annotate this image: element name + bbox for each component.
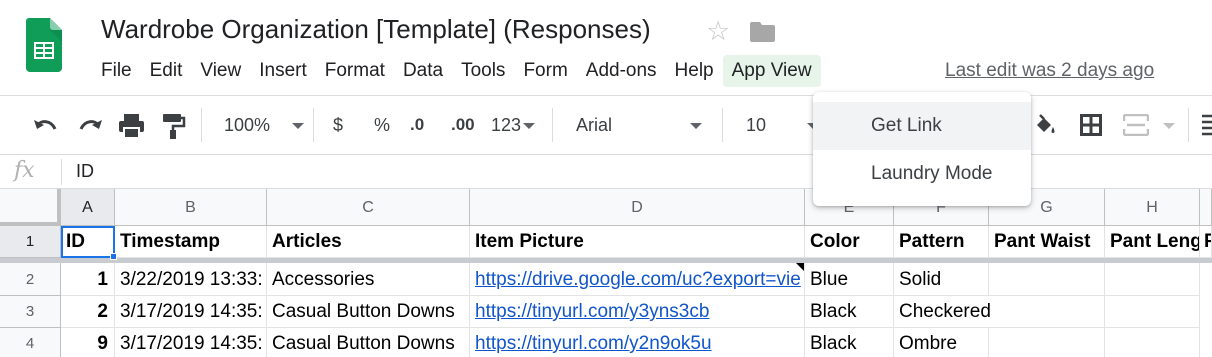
row-header-2[interactable]: 2: [0, 263, 61, 296]
cell-h2[interactable]: [1105, 263, 1200, 296]
align-icon[interactable]: [1200, 114, 1212, 136]
get-link-menu-item[interactable]: Get Link: [813, 102, 1031, 150]
column-header-c[interactable]: C: [267, 189, 470, 226]
formula-input[interactable]: ID: [76, 161, 94, 182]
chevron-down-icon: [690, 123, 703, 130]
cell-f1[interactable]: Pattern: [894, 226, 989, 258]
font-family-select[interactable]: Arial: [576, 110, 703, 140]
menu-tools[interactable]: Tools: [452, 55, 514, 87]
row-header-1[interactable]: 1: [0, 226, 61, 258]
active-cell-selection: [61, 226, 115, 258]
toolbar-separator: [1188, 108, 1189, 142]
cell-e2[interactable]: Blue: [805, 263, 894, 296]
laundry-mode-menu-item[interactable]: Laundry Mode: [813, 150, 1031, 198]
cell-b3[interactable]: 3/17/2019 14:35:: [115, 296, 267, 328]
star-icon[interactable]: ☆: [706, 16, 730, 46]
fx-icon: fx: [14, 158, 35, 183]
menu-help[interactable]: Help: [666, 55, 723, 87]
cell-g3[interactable]: [1010, 296, 1105, 328]
chevron-down-icon: [523, 123, 536, 130]
cell-h1[interactable]: Pant Leng: [1105, 226, 1200, 258]
cell-a2[interactable]: 1: [61, 263, 115, 296]
menu-file[interactable]: File: [92, 55, 141, 87]
last-edit-link[interactable]: Last edit was 2 days ago: [945, 60, 1154, 82]
menu-app-view[interactable]: App View: [722, 55, 821, 87]
chevron-down-icon: [292, 123, 305, 130]
menu-data[interactable]: Data: [394, 55, 452, 87]
font-size-value: 10: [746, 115, 767, 135]
menu-insert[interactable]: Insert: [250, 55, 316, 87]
merge-cells-icon[interactable]: [1123, 114, 1149, 136]
column-header-h[interactable]: H: [1105, 189, 1200, 226]
row-header-4[interactable]: 4: [0, 328, 61, 357]
cell-h4[interactable]: [1105, 328, 1200, 357]
zoom-select[interactable]: 100%: [224, 110, 305, 140]
column-header-b[interactable]: B: [115, 189, 267, 226]
paint-format-icon[interactable]: [162, 113, 186, 139]
font-size-select[interactable]: 10: [746, 110, 820, 140]
spreadsheet-grid: A B C D E F G H 1 2 3 4 ID Timestamp Art…: [0, 189, 1212, 357]
cell-e1[interactable]: Color: [805, 226, 894, 258]
toolbar-separator: [313, 108, 314, 142]
cell-d3[interactable]: https://tinyurl.com/y3yns3cb: [470, 296, 805, 328]
cell-h3[interactable]: [1105, 296, 1200, 328]
cell-e4[interactable]: Black: [805, 328, 894, 357]
cell-b2[interactable]: 3/22/2019 13:33:: [115, 263, 267, 296]
cell-c1[interactable]: Articles: [267, 226, 470, 258]
percent-format-button[interactable]: %: [374, 110, 390, 140]
merge-chevron-down-icon[interactable]: [1163, 123, 1175, 129]
zoom-value: 100%: [224, 115, 271, 135]
cell-d2[interactable]: https://drive.google.com/uc?export=vie: [470, 263, 805, 296]
cell-a4[interactable]: 9: [61, 328, 115, 357]
cell-a3[interactable]: 2: [61, 296, 115, 328]
menu-edit[interactable]: Edit: [141, 55, 192, 87]
cell-d1[interactable]: Item Picture: [470, 226, 805, 258]
increase-decimal-button[interactable]: .00: [451, 110, 475, 140]
cell-c4[interactable]: Casual Button Downs: [267, 328, 470, 357]
toolbar-separator: [201, 108, 202, 142]
cell-c3[interactable]: Casual Button Downs: [267, 296, 470, 328]
menu-format[interactable]: Format: [316, 55, 394, 87]
toolbar-separator: [722, 108, 723, 142]
undo-icon[interactable]: [33, 116, 59, 136]
cell-b1[interactable]: Timestamp: [115, 226, 267, 258]
cell-d4[interactable]: https://tinyurl.com/y2n9ok5u: [470, 328, 805, 357]
more-formats-select[interactable]: 123: [491, 110, 536, 140]
redo-icon[interactable]: [77, 116, 103, 136]
cell-g2[interactable]: [989, 263, 1105, 296]
cell-b4[interactable]: 3/17/2019 14:35:: [115, 328, 267, 357]
toolbar-separator: [552, 108, 553, 142]
column-header-d[interactable]: D: [470, 189, 805, 226]
column-header-next[interactable]: [1200, 189, 1212, 226]
font-family-value: Arial: [576, 115, 613, 135]
folder-icon[interactable]: [750, 20, 775, 42]
print-icon[interactable]: [118, 113, 145, 139]
note-indicator-icon[interactable]: [796, 263, 804, 271]
cell-f3[interactable]: Checkered: [894, 296, 1010, 328]
cell-g4[interactable]: [989, 328, 1105, 357]
document-title[interactable]: Wardrobe Organization [Template] (Respon…: [101, 14, 651, 45]
menu-form[interactable]: Form: [514, 55, 576, 87]
cell-f4[interactable]: Ombre: [894, 328, 989, 357]
borders-icon[interactable]: [1080, 114, 1102, 136]
fill-handle[interactable]: [110, 253, 117, 260]
menu-add-ons[interactable]: Add-ons: [577, 55, 666, 87]
cell-e3[interactable]: Black: [805, 296, 894, 328]
more-formats-label: 123: [491, 115, 522, 135]
menu-bar: File Edit View Insert Format Data Tools …: [92, 55, 821, 87]
app-view-dropdown: Get Link Laundry Mode: [813, 92, 1031, 206]
select-all-corner[interactable]: [0, 189, 61, 226]
fill-color-icon[interactable]: [1033, 114, 1057, 138]
column-header-a[interactable]: A: [61, 189, 115, 226]
google-sheets-logo[interactable]: [26, 18, 62, 72]
menu-view[interactable]: View: [191, 55, 250, 87]
cell-i1[interactable]: P: [1200, 226, 1212, 258]
decrease-decimal-button[interactable]: .0: [410, 110, 424, 140]
row-header-3[interactable]: 3: [0, 296, 61, 328]
currency-format-button[interactable]: $: [333, 110, 343, 140]
formula-separator: [61, 159, 62, 185]
cell-c2[interactable]: Accessories: [267, 263, 470, 296]
cell-f2[interactable]: Solid: [894, 263, 989, 296]
cell-g1[interactable]: Pant Waist: [989, 226, 1105, 258]
